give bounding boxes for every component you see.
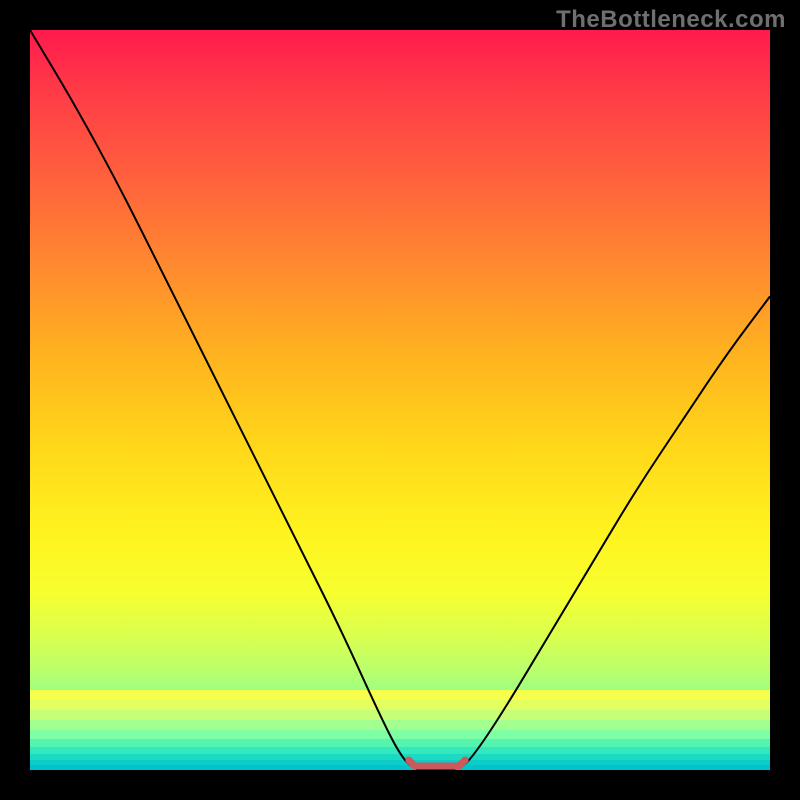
curve-layer	[30, 30, 770, 770]
plot-area	[30, 30, 770, 770]
flat-bottom-marker	[409, 760, 465, 766]
watermark-text: TheBottleneck.com	[556, 6, 786, 34]
bottleneck-curve	[30, 30, 770, 770]
chart-stage: TheBottleneck.com	[0, 0, 800, 800]
